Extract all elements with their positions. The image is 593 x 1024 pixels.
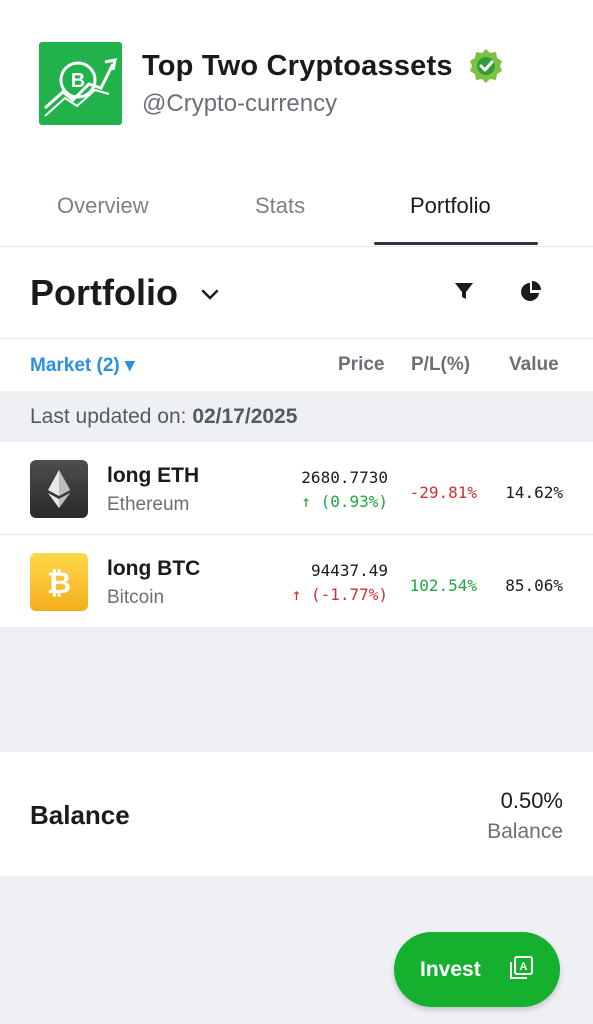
invest-button-label[interactable]: Invest — [420, 958, 481, 982]
asset-price-change: ↑ (-1.77%) — [291, 585, 388, 604]
empty-area — [0, 627, 593, 752]
ethereum-icon — [30, 460, 88, 518]
portfolio-title[interactable]: Portfolio — [30, 272, 178, 314]
pie-chart-icon[interactable] — [519, 280, 543, 304]
filter-icon[interactable] — [453, 280, 475, 302]
verified-badge-icon — [468, 48, 504, 84]
asset-pl: 102.54% — [409, 576, 477, 595]
section-divider — [0, 338, 593, 339]
tab-stats[interactable]: Stats — [255, 193, 305, 219]
asset-value: 85.06% — [505, 576, 563, 595]
tab-portfolio[interactable]: Portfolio — [410, 193, 491, 219]
last-updated-text: Last updated on: 02/17/2025 — [30, 405, 297, 429]
asset-price: 94437.49 — [310, 561, 388, 580]
chevron-down-icon[interactable] — [200, 288, 220, 302]
last-updated-label: Last updated on: — [30, 405, 187, 428]
asset-price-change: ↑ (0.93%) — [301, 492, 388, 511]
bitcoin-icon: ₿ — [30, 553, 88, 611]
profile-handle: @Crypto-currency — [142, 90, 338, 117]
value-column-header: Value — [509, 354, 559, 375]
last-updated-date: 02/17/2025 — [192, 405, 298, 428]
page-title: Top Two Cryptoassets — [142, 50, 453, 82]
active-tab-indicator — [374, 242, 538, 245]
asset-pl: -29.81% — [409, 483, 477, 502]
asset-price: 2680.7730 — [301, 468, 388, 487]
asset-subtitle: Ethereum — [107, 494, 190, 515]
invest-icon[interactable]: A — [508, 955, 534, 981]
asset-value: 14.62% — [505, 483, 563, 502]
svg-text:A: A — [520, 961, 528, 973]
balance-label: Balance — [30, 800, 130, 830]
svg-text:₿: ₿ — [47, 567, 71, 600]
bitcoin-growth-icon: B — [44, 58, 117, 117]
asset-subtitle: Bitcoin — [107, 587, 165, 608]
tabs-divider — [0, 246, 593, 247]
balance-sublabel: Balance — [487, 820, 563, 843]
asset-name[interactable]: long ETH — [107, 464, 199, 488]
pl-column-header: P/L(%) — [411, 354, 471, 375]
price-column-header: Price — [338, 354, 385, 375]
market-column-header[interactable]: Market (2) ▾ — [30, 354, 135, 377]
row-divider — [0, 534, 593, 535]
asset-name[interactable]: long BTC — [107, 557, 200, 581]
profile-logo: B — [39, 42, 122, 125]
balance-value: 0.50% — [500, 788, 563, 813]
tab-overview[interactable]: Overview — [57, 193, 149, 219]
